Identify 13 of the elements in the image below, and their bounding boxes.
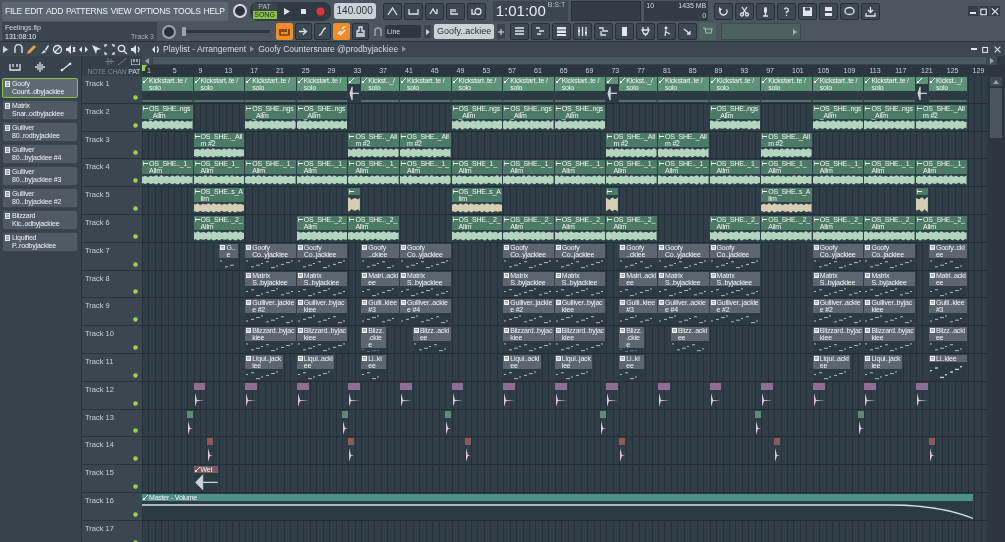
menu-item[interactable]: TOOLS (173, 4, 201, 18)
song-position: 1:01:00 (495, 1, 546, 21)
menu-item[interactable]: OPTIONS (134, 4, 171, 18)
playlist-title: Playlist - Arrangement (163, 42, 247, 56)
pattern-title[interactable]: Goofy Countersnare @prodbyjackiee (258, 42, 399, 56)
menu-item[interactable]: PATTERNS (66, 4, 108, 18)
menu-item[interactable]: HELP (203, 4, 225, 18)
tempo-field[interactable]: 140.000 (333, 3, 376, 19)
menu-item[interactable]: VIEW (110, 4, 132, 18)
pattern-selector[interactable]: Goofy..ackiee (434, 24, 495, 39)
menu-item[interactable]: ADD (45, 4, 63, 18)
menu-item[interactable]: EDIT (24, 4, 43, 18)
menu-item[interactable]: FILE (5, 4, 22, 18)
